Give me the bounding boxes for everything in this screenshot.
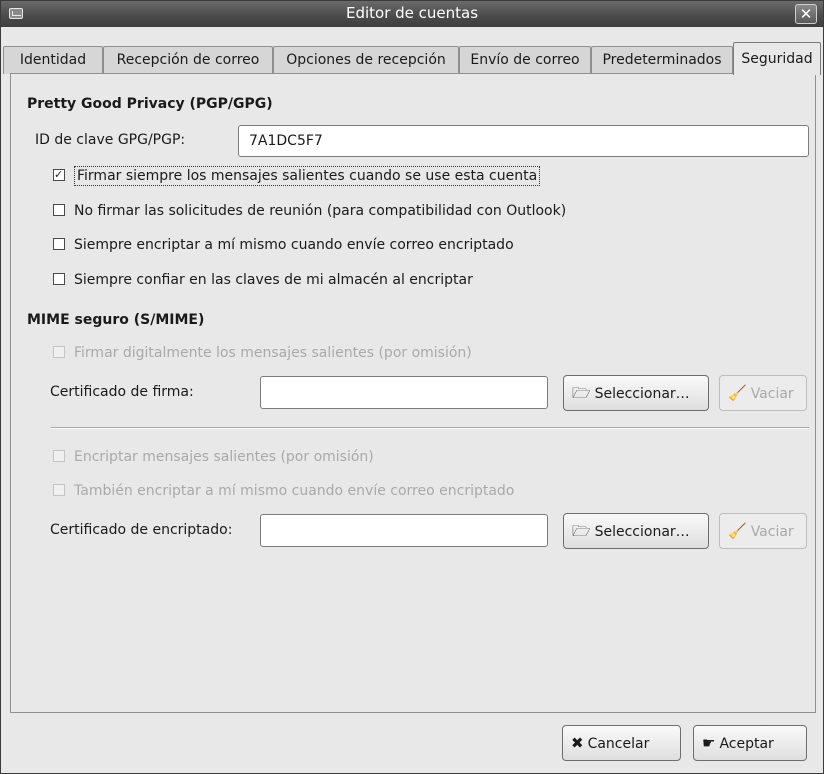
gpg-key-label: ID de clave GPG/PGP: [35, 132, 186, 148]
select-button-label: Seleccionar… [594, 386, 690, 402]
smime-section-title: MIME seguro (S/MIME) [27, 312, 205, 328]
pgp-option-label: Firmar siempre los mensajes salientes cu… [74, 166, 541, 186]
clear-button-label: Vaciar [750, 386, 794, 402]
clear-button-label: Vaciar [750, 524, 794, 540]
tab-envio-de-correo[interactable]: Envío de correo [459, 46, 591, 74]
tab-recepcion-de-correo[interactable]: Recepción de correo [103, 46, 273, 74]
pgp-option-always-sign[interactable]: Firmar siempre los mensajes salientes cu… [53, 166, 541, 188]
gpg-key-field[interactable]: 7A1DC5F7 [238, 125, 809, 157]
tab-seguridad[interactable]: Seguridad [733, 42, 821, 75]
section-separator [51, 427, 809, 429]
pgp-option-label: No firmar las solicitudes de reunión (pa… [74, 203, 567, 219]
checkbox-icon[interactable] [53, 273, 65, 285]
sign-cert-select-button[interactable]: 🗁 Seleccionar… [563, 375, 709, 411]
pgp-section-title: Pretty Good Privacy (PGP/GPG) [27, 96, 273, 112]
checkbox-disabled-icon[interactable] [53, 484, 65, 496]
sign-cert-field[interactable] [260, 376, 548, 409]
pgp-option-encrypt-self[interactable]: Siempre encriptar a mí mismo cuando enví… [53, 237, 514, 257]
tab-opciones-de-recepcion[interactable]: Opciones de recepción [273, 46, 459, 74]
smime-sign-default-label: Firmar digitalmente los mensajes salient… [74, 345, 472, 361]
cancel-button-label: Cancelar [587, 736, 650, 752]
pgp-option-trust-keys[interactable]: Siempre confiar en las claves de mi alma… [53, 272, 473, 292]
clear-brush-icon: 🧹 [728, 384, 747, 402]
folder-open-icon: 🗁 [572, 522, 591, 540]
accept-hand-icon: ☛ [702, 734, 716, 752]
close-icon[interactable]: ✕ [795, 4, 817, 24]
smime-encrypt-self[interactable]: También encriptar a mí mismo cuando enví… [53, 483, 514, 503]
smime-encrypt-self-label: También encriptar a mí mismo cuando enví… [74, 483, 515, 499]
encrypt-cert-field[interactable] [260, 514, 548, 547]
checkbox-disabled-icon[interactable] [53, 346, 65, 358]
title-bar[interactable]: Editor de cuentas ✕ [1, 1, 823, 27]
encrypt-cert-label: Certificado de encriptado: [50, 522, 233, 538]
accept-button-label: Aceptar [719, 736, 774, 752]
pgp-option-label: Siempre confiar en las claves de mi alma… [74, 272, 473, 288]
accept-button[interactable]: ☛ Aceptar [693, 725, 807, 761]
tab-predeterminados[interactable]: Predeterminados [591, 46, 733, 74]
sign-cert-clear-button[interactable]: 🧹 Vaciar [719, 375, 807, 411]
window-title: Editor de cuentas [345, 4, 479, 22]
checkbox-disabled-icon[interactable] [53, 450, 65, 462]
folder-open-icon: 🗁 [572, 384, 591, 402]
smime-encrypt-default[interactable]: Encriptar mensajes salientes (por omisió… [53, 449, 374, 469]
pgp-option-label: Siempre encriptar a mí mismo cuando enví… [74, 237, 514, 253]
account-editor-window: Editor de cuentas ✕ Identidad Recepción … [0, 0, 824, 774]
smime-encrypt-default-label: Encriptar mensajes salientes (por omisió… [74, 449, 374, 465]
cancel-button[interactable]: ✖ Cancelar [562, 725, 681, 761]
sign-cert-label: Certificado de firma: [50, 384, 194, 400]
encrypt-cert-select-button[interactable]: 🗁 Seleccionar… [563, 513, 709, 549]
checkbox-icon[interactable] [53, 204, 65, 216]
tab-bar: Identidad Recepción de correo Opciones d… [3, 42, 823, 75]
smime-sign-default[interactable]: Firmar digitalmente los mensajes salient… [53, 345, 472, 365]
select-button-label: Seleccionar… [594, 524, 690, 540]
encrypt-cert-clear-button[interactable]: 🧹 Vaciar [719, 513, 807, 549]
tab-identidad[interactable]: Identidad [3, 46, 103, 74]
pgp-option-no-sign-meetings[interactable]: No firmar las solicitudes de reunión (pa… [53, 203, 566, 223]
clear-brush-icon: 🧹 [728, 522, 747, 540]
checkbox-icon[interactable] [53, 238, 65, 250]
checkbox-checked-icon[interactable] [53, 169, 65, 181]
cancel-x-icon: ✖ [571, 734, 584, 752]
